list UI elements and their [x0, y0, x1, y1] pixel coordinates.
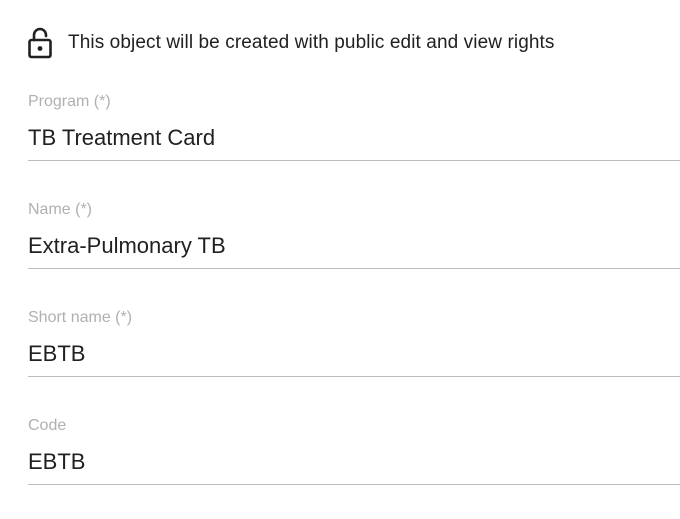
program-label: Program (*): [28, 93, 111, 110]
short-name-field[interactable]: Short name (*) EBTB: [28, 309, 680, 377]
name-underline: [28, 268, 680, 269]
lock-open-icon: [28, 26, 52, 60]
program-field[interactable]: Program (*) TB Treatment Card: [28, 93, 680, 161]
name-label: Name (*): [28, 201, 93, 218]
short-name-label: Short name (*): [28, 309, 133, 326]
program-input[interactable]: TB Treatment Card: [28, 124, 680, 152]
code-field[interactable]: Code EBTB: [28, 417, 680, 485]
code-input[interactable]: EBTB: [28, 448, 680, 476]
form-page: This object will be created with public …: [0, 0, 680, 519]
sharing-notice: This object will be created with public …: [28, 26, 555, 60]
name-input[interactable]: Extra-Pulmonary TB: [28, 232, 680, 260]
name-field[interactable]: Name (*) Extra-Pulmonary TB: [28, 201, 680, 269]
sharing-notice-text: This object will be created with public …: [68, 32, 555, 53]
code-label: Code: [28, 417, 67, 434]
program-underline: [28, 160, 680, 161]
short-name-input[interactable]: EBTB: [28, 340, 680, 368]
code-underline: [28, 484, 680, 485]
short-name-underline: [28, 376, 680, 377]
